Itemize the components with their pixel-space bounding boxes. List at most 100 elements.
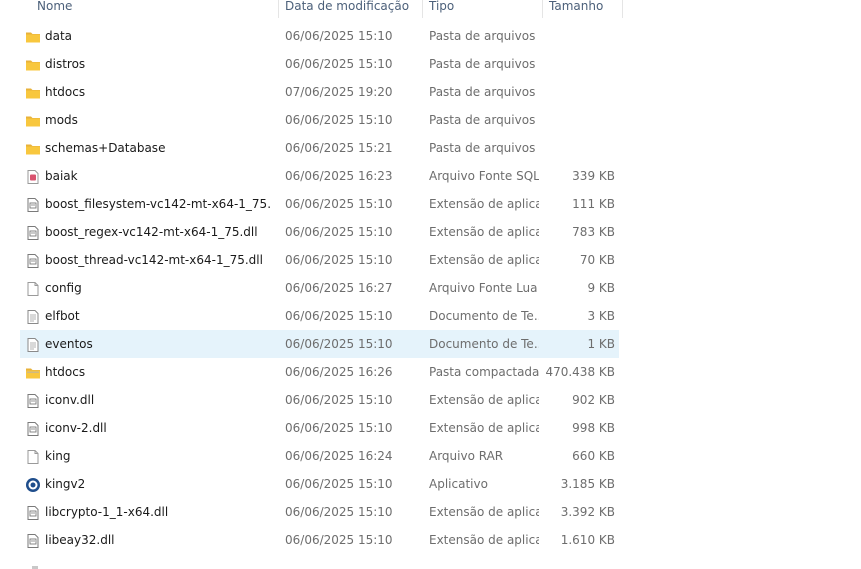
file-date-modified: 06/06/2025 15:10 [285, 253, 393, 267]
file-name: baiak [45, 169, 78, 183]
folder-icon [25, 29, 41, 45]
file-date-modified: 06/06/2025 15:10 [285, 309, 393, 323]
file-type: Pasta compactada [429, 365, 539, 379]
file-row[interactable]: mods 06/06/2025 15:10 Pasta de arquivos [20, 106, 619, 134]
column-divider[interactable] [278, 0, 279, 18]
file-name: libcrypto-1_1-x64.dll [45, 505, 169, 519]
sql-file-icon [25, 169, 41, 185]
file-row[interactable]: htdocs 07/06/2025 19:20 Pasta de arquivos [20, 78, 619, 106]
column-header-date[interactable]: Data de modificação [285, 0, 409, 18]
column-header-bar: Nome Data de modificação Tipo Tamanho [0, 0, 861, 18]
column-divider[interactable] [542, 0, 543, 18]
file-size: 1 KB [587, 337, 615, 351]
file-size: 70 KB [579, 253, 615, 267]
file-row[interactable]: htdocs 06/06/2025 16:26 Pasta compactada 47… [20, 358, 619, 386]
file-name: eventos [45, 337, 93, 351]
file-date-modified: 06/06/2025 15:10 [285, 477, 393, 491]
file-date-modified: 06/06/2025 15:10 [285, 533, 393, 547]
text-file-icon [25, 309, 41, 325]
file-row[interactable]: baiak 06/06/2025 16:23 Arquivo Fonte SQL 33… [20, 162, 619, 190]
text-file-icon [25, 337, 41, 353]
file-name: config [45, 281, 82, 295]
file-date-modified: 06/06/2025 15:10 [285, 421, 393, 435]
file-size: 783 KB [572, 225, 615, 239]
generic-file-icon [25, 449, 41, 465]
file-type: Arquivo Fonte Lua [429, 281, 538, 295]
file-row[interactable]: king 06/06/2025 16:24 Arquivo RAR 660 KB [20, 442, 619, 470]
column-header-type[interactable]: Tipo [429, 0, 454, 18]
file-size: 339 KB [572, 169, 615, 183]
file-row[interactable]: libcrypto-1_1-x64.dll 06/06/2025 15:10 Ext… [20, 498, 619, 526]
file-type: Extensão de aplica... [429, 393, 539, 407]
file-date-modified: 06/06/2025 16:27 [285, 281, 393, 295]
file-size: 3 KB [587, 309, 615, 323]
file-row[interactable]: schemas+Database 06/06/2025 15:21 Pasta de… [20, 134, 619, 162]
file-date-modified: 06/06/2025 15:10 [285, 113, 393, 127]
file-type: Extensão de aplica... [429, 225, 539, 239]
file-date-modified: 06/06/2025 15:10 [285, 337, 393, 351]
file-row[interactable]: libeay32.dll 06/06/2025 15:10 Extensão de … [20, 526, 619, 554]
file-type: Extensão de aplica... [429, 505, 539, 519]
file-date-modified: 06/06/2025 15:10 [285, 225, 393, 239]
file-type: Arquivo RAR [429, 449, 504, 463]
file-row[interactable]: kingv2 06/06/2025 15:10 Aplicativo 3.185 KB [20, 470, 619, 498]
file-type: Documento de Te... [429, 337, 539, 351]
column-header-size[interactable]: Tamanho [549, 0, 603, 18]
file-date-modified: 06/06/2025 15:10 [285, 197, 393, 211]
file-name: schemas+Database [45, 141, 166, 155]
file-type: Pasta de arquivos [429, 85, 536, 99]
file-type: Aplicativo [429, 477, 488, 491]
file-name: boost_regex-vc142-mt-x64-1_75.dll [45, 225, 258, 239]
file-type: Documento de Te... [429, 309, 539, 323]
file-row[interactable]: boost_thread-vc142-mt-x64-1_75.dll 06/06/… [20, 246, 619, 274]
file-date-modified: 06/06/2025 15:10 [285, 505, 393, 519]
file-type: Arquivo Fonte SQL [429, 169, 539, 183]
folder-icon [25, 113, 41, 129]
file-size [545, 22, 615, 50]
file-name: htdocs [45, 365, 86, 379]
file-row[interactable]: elfbot 06/06/2025 15:10 Documento de Te...… [20, 302, 619, 330]
app-icon [25, 477, 41, 493]
file-date-modified: 07/06/2025 19:20 [285, 85, 393, 99]
file-type: Extensão de aplica... [429, 197, 539, 211]
file-row[interactable]: iconv-2.dll 06/06/2025 15:10 Extensão de a… [20, 414, 619, 442]
file-name: boost_filesystem-vc142-mt-x64-1_75.dll [45, 197, 270, 211]
file-name: kingv2 [45, 477, 86, 491]
column-divider[interactable] [622, 0, 623, 18]
column-divider[interactable] [422, 0, 423, 18]
file-row[interactable]: boost_regex-vc142-mt-x64-1_75.dll 06/06/2… [20, 218, 619, 246]
file-size: 3.392 KB [560, 505, 615, 519]
dll-file-icon [25, 505, 41, 521]
file-date-modified: 06/06/2025 16:26 [285, 365, 393, 379]
file-type: Pasta de arquivos [429, 113, 536, 127]
file-row[interactable]: distros 06/06/2025 15:10 Pasta de arquivos [20, 50, 619, 78]
zip-folder-icon [25, 365, 41, 381]
dll-file-icon [25, 225, 41, 241]
file-size [545, 50, 615, 78]
folder-icon [25, 57, 41, 73]
file-size: 902 KB [572, 393, 615, 407]
dll-file-icon [25, 253, 41, 269]
file-row[interactable]: boost_filesystem-vc142-mt-x64-1_75.dll 06… [20, 190, 619, 218]
file-size: 111 KB [572, 197, 615, 211]
column-header-name[interactable]: Nome [37, 0, 72, 18]
file-row[interactable]: config 06/06/2025 16:27 Arquivo Fonte Lua 9… [20, 274, 619, 302]
file-row[interactable]: data 06/06/2025 15:10 Pasta de arquivos [20, 22, 619, 50]
file-row[interactable]: iconv.dll 06/06/2025 15:10 Extensão de apl… [20, 386, 619, 414]
file-type: Extensão de aplica... [429, 533, 539, 547]
dll-file-icon [25, 533, 41, 549]
generic-file-icon [25, 281, 41, 297]
folder-icon [25, 141, 41, 157]
file-name: mods [45, 113, 78, 127]
file-size [545, 106, 615, 134]
dll-file-icon [25, 197, 41, 213]
file-name: elfbot [45, 309, 80, 323]
file-row[interactable]: eventos 06/06/2025 15:10 Documento de Te..… [20, 330, 619, 358]
file-name: htdocs [45, 85, 86, 99]
file-name: distros [45, 57, 86, 71]
file-type: Extensão de aplica... [429, 421, 539, 435]
file-size: 998 KB [572, 421, 615, 435]
file-type: Extensão de aplica... [429, 253, 539, 267]
folder-icon [25, 85, 41, 101]
file-date-modified: 06/06/2025 15:10 [285, 29, 393, 43]
